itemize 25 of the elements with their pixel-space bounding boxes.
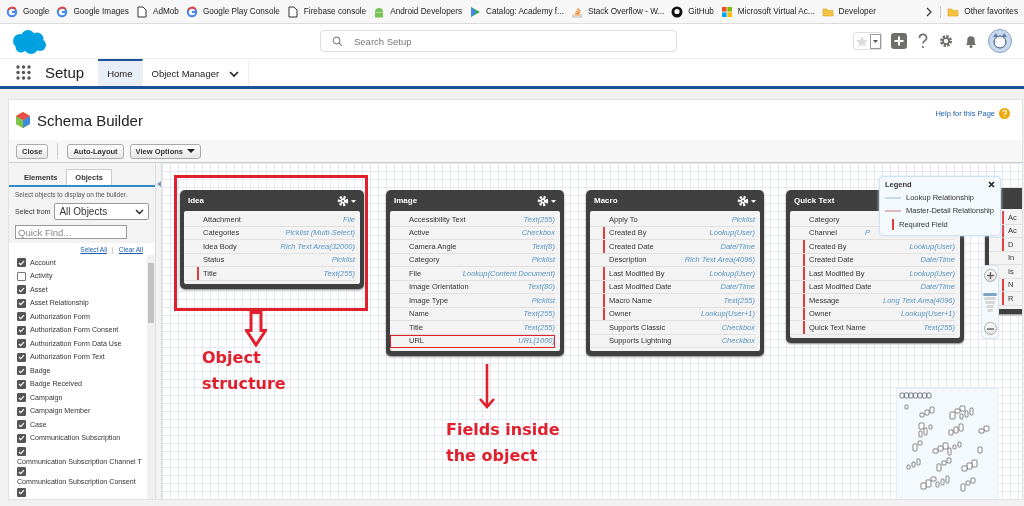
object-dropdown[interactable]: All Objects: [54, 203, 149, 220]
bookmark-link[interactable]: Google Images: [73, 7, 129, 16]
page-title: Schema Builder: [37, 111, 143, 129]
nav-tab[interactable]: Object Manager: [142, 59, 250, 86]
bookmark-link[interactable]: Android Developers: [390, 7, 463, 16]
object-title: Quick Text: [794, 196, 835, 205]
nav-tab[interactable]: Home: [98, 59, 143, 86]
bookmark-link[interactable]: Microsoft Virtual Ac...: [737, 7, 815, 16]
bookmark-link[interactable]: Google Play Console: [202, 7, 280, 16]
annotation-label: Object structure: [202, 347, 287, 395]
quick-find-field[interactable]: Quick Find...: [15, 225, 127, 239]
search-field[interactable]: Search Setup: [320, 30, 677, 52]
bookmark-link[interactable]: Google: [23, 7, 50, 16]
object-title: Idea: [188, 196, 204, 205]
bookmark-link[interactable]: AdMob: [152, 7, 179, 16]
app-name: Setup: [45, 64, 85, 81]
object-title: Image: [394, 196, 418, 205]
bookmark-link[interactable]: Catalog: Academy f...: [486, 7, 564, 16]
bookmark-link[interactable]: Firebase console: [303, 7, 367, 16]
bookmark-link[interactable]: GitHub: [688, 7, 714, 16]
annotation-label: Fields inside the object: [446, 419, 561, 467]
object-title: Macro: [594, 196, 618, 205]
bookmark-link[interactable]: Other favorites: [964, 7, 1018, 16]
bookmark-link[interactable]: Stack Overflow - W...: [587, 7, 665, 16]
bookmark-link[interactable]: Developer: [838, 7, 876, 16]
